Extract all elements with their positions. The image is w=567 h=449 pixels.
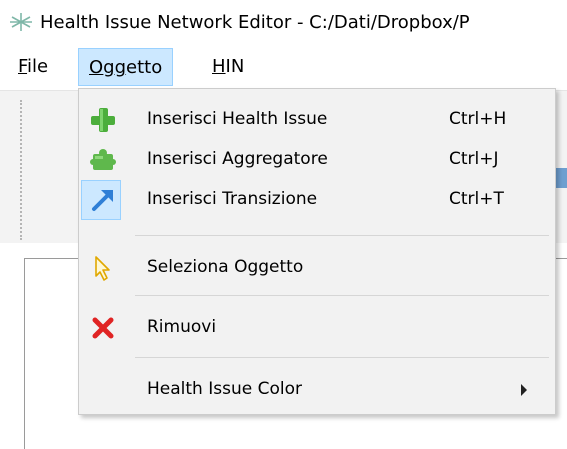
menu-hin[interactable]: HIN xyxy=(202,48,254,86)
menu-item-label: Seleziona Oggetto xyxy=(147,257,304,277)
menu-item-shortcut: Ctrl+J xyxy=(449,149,499,169)
blue-arrow-icon xyxy=(92,190,113,211)
menu-oggetto[interactable]: Oggetto xyxy=(78,48,174,86)
menu-item-label: Rimuovi xyxy=(147,317,217,337)
window-title: Health Issue Network Editor - C:/Dati/Dr… xyxy=(40,12,470,33)
menu-hin-mnemonic: H xyxy=(212,56,226,77)
menu-file-label: ile xyxy=(27,56,49,77)
menu-bar: File Oggetto HIN xyxy=(0,48,567,88)
green-puzzle-icon xyxy=(90,149,116,170)
menu-item-health-issue-color[interactable]: Health Issue Color xyxy=(79,371,555,409)
menu-file-mnemonic: F xyxy=(18,56,28,77)
menu-item-seleziona-oggetto[interactable]: Seleziona Oggetto xyxy=(79,249,555,287)
title-bar: Health Issue Network Editor - C:/Dati/Dr… xyxy=(0,0,567,46)
submenu-arrow-icon xyxy=(521,384,527,396)
menu-item-inserisci-transizione[interactable]: Inserisci Transizione Ctrl+T xyxy=(79,180,555,220)
menu-separator xyxy=(135,357,549,358)
menu-item-inserisci-aggregatore[interactable]: Inserisci Aggregatore Ctrl+J xyxy=(79,141,555,179)
menu-item-label: Health Issue Color xyxy=(147,379,302,399)
menu-oggetto-label-mid: gg xyxy=(103,57,127,78)
menu-separator xyxy=(135,295,549,296)
menu-item-shortcut: Ctrl+T xyxy=(449,189,504,209)
menu-oggetto-mnemonic: O xyxy=(89,57,104,78)
app-icon xyxy=(10,13,32,31)
menu-file[interactable]: File xyxy=(8,48,58,86)
oggetto-dropdown-menu: Inserisci Health Issue Ctrl+H Inserisci … xyxy=(78,88,556,415)
menu-hin-label: IN xyxy=(225,56,245,77)
menu-item-label: Inserisci Transizione xyxy=(147,189,318,209)
menu-item-shortcut: Ctrl+H xyxy=(449,109,507,129)
menu-separator xyxy=(135,235,549,236)
cursor-icon xyxy=(95,256,110,281)
menu-oggetto-label: etto xyxy=(126,57,163,78)
menu-item-label: Inserisci Health Issue xyxy=(147,109,328,129)
green-plus-icon xyxy=(91,108,115,132)
menu-item-label: Inserisci Aggregatore xyxy=(147,149,328,169)
menu-item-rimuovi[interactable]: Rimuovi xyxy=(79,309,555,347)
toolbar-grip[interactable] xyxy=(20,100,23,240)
menu-item-inserisci-health-issue[interactable]: Inserisci Health Issue Ctrl+H xyxy=(79,101,555,139)
red-x-icon xyxy=(92,317,114,339)
